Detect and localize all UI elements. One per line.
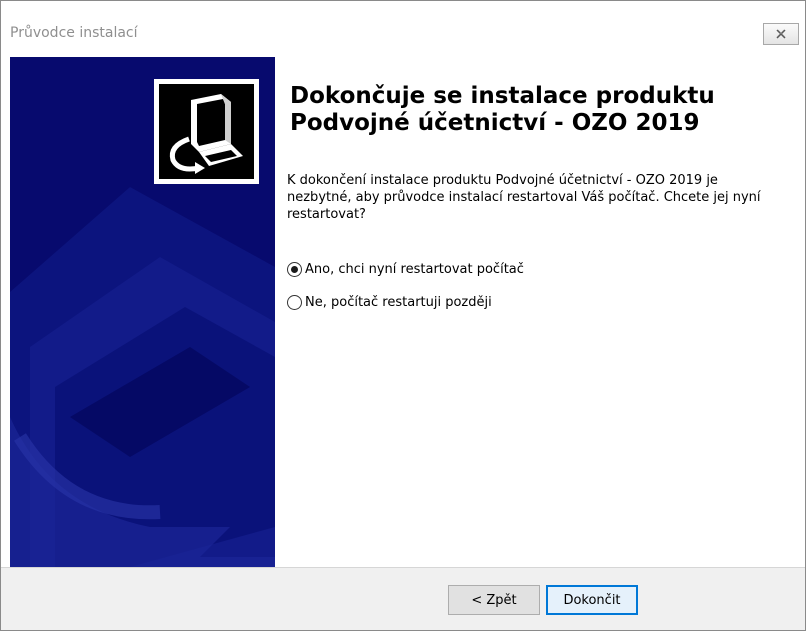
installer-window: Průvodce instalací Dokončuje se instalac… <box>0 0 806 631</box>
radio-restart-now[interactable]: Ano, chci nyní restartovat počítač <box>287 262 524 277</box>
close-button[interactable] <box>763 23 799 45</box>
radio-button-unchecked[interactable] <box>287 295 302 310</box>
installer-logo <box>154 79 259 184</box>
title-bar: Průvodce instalací <box>1 1 805 57</box>
close-x-icon <box>776 29 786 39</box>
window-title: Průvodce instalací <box>10 25 138 41</box>
wizard-content: Dokončuje se instalace produktu Podvojné… <box>1 57 805 567</box>
wizard-footer: < Zpět Dokončit <box>1 568 805 630</box>
heading-line-2: Podvojné účetnictví - OZO 2019 <box>290 110 700 136</box>
finish-button[interactable]: Dokončit <box>546 585 638 615</box>
back-button[interactable]: < Zpět <box>448 585 540 615</box>
radio-restart-later-label[interactable]: Ne, počítač restartuji později <box>305 295 492 310</box>
radio-restart-later[interactable]: Ne, počítač restartuji později <box>287 295 492 310</box>
installer-computer-icon <box>169 94 243 174</box>
description-text: K dokončení instalace produktu Podvojné … <box>287 173 761 222</box>
radio-restart-now-label[interactable]: Ano, chci nyní restartovat počítač <box>305 262 524 277</box>
heading-line-1: Dokončuje se instalace produktu <box>290 83 715 109</box>
wizard-main-panel: Dokončuje se instalace produktu Podvojné… <box>275 57 805 567</box>
page-heading: Dokončuje se instalace produktu Podvojné… <box>290 83 790 137</box>
wizard-side-banner <box>10 57 275 567</box>
radio-button-checked[interactable] <box>287 262 302 277</box>
